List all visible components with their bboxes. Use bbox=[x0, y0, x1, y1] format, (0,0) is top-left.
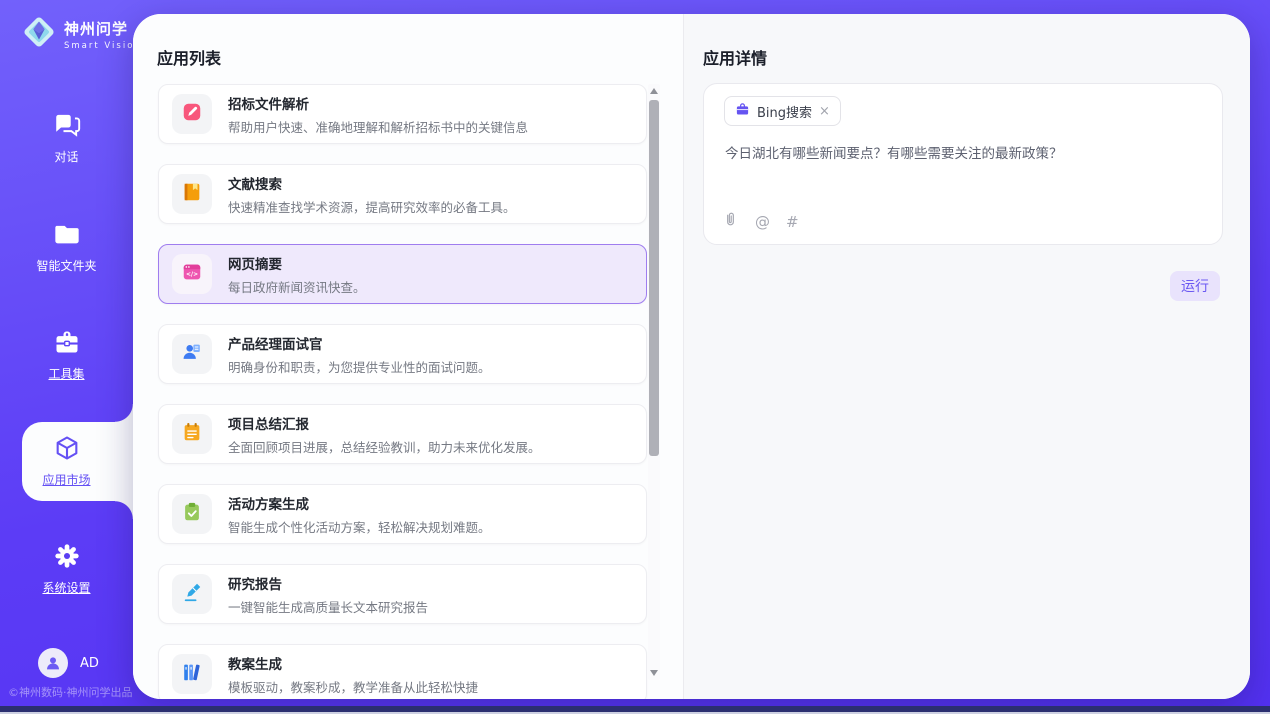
app-card-desc: 一键智能生成高质量长文本研究报告 bbox=[228, 597, 428, 616]
sidebar-item-label: 对话 bbox=[0, 148, 133, 165]
briefcase-icon bbox=[735, 102, 750, 121]
interviewer-icon bbox=[181, 341, 203, 367]
close-icon[interactable]: × bbox=[819, 105, 830, 118]
sidebar-item-settings[interactable]: 系统设置 bbox=[0, 542, 133, 596]
app-card-title: 产品经理面试官 bbox=[228, 333, 491, 353]
app-card-desc: 智能生成个性化活动方案，轻松解决规划难题。 bbox=[228, 517, 491, 536]
copyright-footer: ©神州数码·神州问学出品 bbox=[8, 684, 133, 700]
at-icon[interactable]: @ bbox=[755, 213, 770, 231]
prompt-editor[interactable]: Bing搜索 × 今日湖北有哪些新闻要点？有哪些需要关注的最新政策？ @ # bbox=[703, 83, 1223, 245]
app-card-desc: 帮助用户快速、准确地理解和解析招标书中的关键信息 bbox=[228, 117, 528, 136]
app-card[interactable]: 文献搜索 快速精准查找学术资源，提高研究效率的必备工具。 bbox=[158, 164, 647, 224]
svg-text:</>: </> bbox=[186, 271, 198, 278]
app-card-desc: 明确身份和职责，为您提供专业性的面试问题。 bbox=[228, 357, 491, 376]
brand-subtitle: Smart Vision bbox=[64, 41, 142, 51]
main-panel: 应用列表 招标文件解析 帮助用户快速、准确地理解和解析招标书中的关键信息 文献搜… bbox=[133, 14, 1250, 699]
book-icon bbox=[181, 181, 203, 207]
sidebar-item-chat[interactable]: 对话 bbox=[0, 110, 133, 165]
app-card-list: 招标文件解析 帮助用户快速、准确地理解和解析招标书中的关键信息 文献搜索 快速精… bbox=[158, 84, 647, 699]
run-button[interactable]: 运行 bbox=[1170, 271, 1220, 301]
cube-icon bbox=[53, 434, 81, 466]
app-card[interactable]: 产品经理面试官 明确身份和职责，为您提供专业性的面试问题。 bbox=[158, 324, 647, 384]
brand-logo: 神州问学 Smart Vision bbox=[20, 13, 142, 55]
brand-name: 神州问学 bbox=[64, 20, 128, 38]
scroll-up-icon[interactable] bbox=[648, 84, 660, 98]
app-card-desc: 快速精准查找学术资源，提高研究效率的必备工具。 bbox=[228, 197, 516, 216]
app-card-title: 网页摘要 bbox=[228, 253, 366, 273]
tool-chip-bing[interactable]: Bing搜索 × bbox=[724, 96, 841, 126]
scrollbar-thumb[interactable] bbox=[649, 100, 659, 456]
chat-icon bbox=[52, 110, 81, 143]
app-list-title: 应用列表 bbox=[157, 45, 221, 69]
app-card-title: 招标文件解析 bbox=[228, 93, 528, 113]
paperclip-icon[interactable] bbox=[722, 211, 739, 232]
app-card-title: 研究报告 bbox=[228, 573, 428, 593]
app-card-desc: 模板驱动，教案秒成，教学准备从此轻松快捷 bbox=[228, 677, 478, 696]
clipboard-check-icon bbox=[181, 501, 203, 527]
folder-icon bbox=[53, 220, 81, 252]
hash-icon[interactable]: # bbox=[786, 213, 799, 231]
user-account[interactable]: AD bbox=[38, 648, 99, 678]
app-card-title: 活动方案生成 bbox=[228, 493, 491, 513]
app-window: 神州问学 Smart Vision 对话 智能文件夹 工具集 应用市场 系统设置… bbox=[0, 0, 1270, 714]
scrollbar[interactable] bbox=[648, 84, 660, 680]
scroll-down-icon[interactable] bbox=[648, 666, 660, 680]
app-card[interactable]: 教案生成 模板驱动，教案秒成，教学准备从此轻松快捷 bbox=[158, 644, 647, 699]
gear-icon bbox=[53, 542, 81, 574]
app-detail-title: 应用详情 bbox=[703, 45, 767, 69]
app-card-title: 教案生成 bbox=[228, 653, 478, 673]
app-card[interactable]: 研究报告 一键智能生成高质量长文本研究报告 bbox=[158, 564, 647, 624]
user-name: AD bbox=[80, 656, 99, 671]
user-avatar-icon bbox=[38, 648, 68, 678]
app-card-title: 文献搜索 bbox=[228, 173, 516, 193]
browser-code-icon: </> bbox=[181, 261, 203, 287]
app-list-pane: 应用列表 招标文件解析 帮助用户快速、准确地理解和解析招标书中的关键信息 文献搜… bbox=[133, 14, 683, 699]
app-card[interactable]: 招标文件解析 帮助用户快速、准确地理解和解析招标书中的关键信息 bbox=[158, 84, 647, 144]
app-card[interactable]: 活动方案生成 智能生成个性化活动方案，轻松解决规划难题。 bbox=[158, 484, 647, 544]
app-detail-pane: 应用详情 Bing搜索 × 今日湖北有哪些新闻要点？有哪些需要关注的最新政策？ bbox=[683, 14, 1250, 699]
sidebar-item-app-market[interactable]: 应用市场 bbox=[0, 434, 133, 488]
app-card-title: 项目总结汇报 bbox=[228, 413, 541, 433]
pen-icon bbox=[181, 581, 203, 607]
logo-diamond-icon bbox=[20, 13, 58, 55]
editor-toolbar: @ # bbox=[722, 211, 799, 232]
app-card-desc: 每日政府新闻资讯快查。 bbox=[228, 277, 366, 296]
sidebar-item-label: 系统设置 bbox=[0, 579, 133, 596]
toolbox-icon bbox=[53, 328, 81, 360]
query-input[interactable]: 今日湖北有哪些新闻要点？有哪些需要关注的最新政策？ bbox=[725, 144, 1204, 164]
tool-chip-label: Bing搜索 bbox=[757, 102, 812, 121]
app-card[interactable]: 项目总结汇报 全面回顾项目进展，总结经验教训，助力未来优化发展。 bbox=[158, 404, 647, 464]
app-card[interactable]: </> 网页摘要 每日政府新闻资讯快查。 bbox=[158, 244, 647, 304]
sidebar-item-label: 智能文件夹 bbox=[0, 257, 133, 274]
edit-icon bbox=[181, 101, 203, 127]
sidebar-item-label: 工具集 bbox=[0, 365, 133, 382]
books-icon bbox=[181, 661, 203, 687]
sidebar-item-label: 应用市场 bbox=[0, 471, 133, 488]
sidebar-item-toolset[interactable]: 工具集 bbox=[0, 328, 133, 382]
app-card-desc: 全面回顾项目进展，总结经验教训，助力未来优化发展。 bbox=[228, 437, 541, 456]
sidebar-item-smart-folder[interactable]: 智能文件夹 bbox=[0, 220, 133, 274]
calendar-report-icon bbox=[181, 421, 203, 447]
